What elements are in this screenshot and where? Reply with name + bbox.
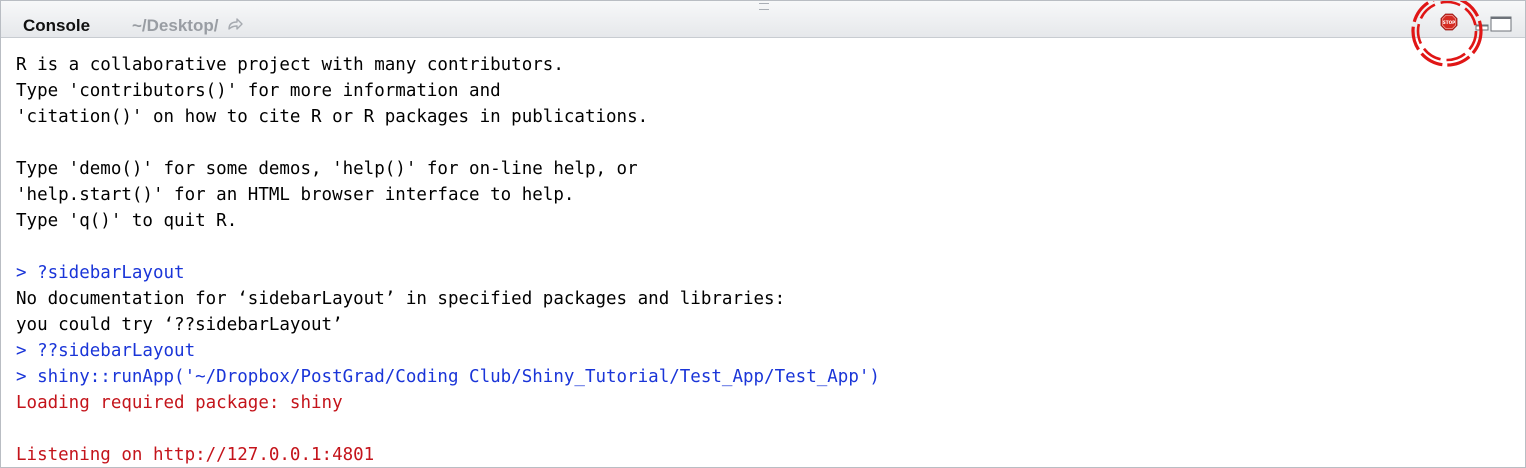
console-line: No documentation for ‘sidebarLayout’ in …	[16, 289, 786, 309]
console-line: you could try ‘??sidebarLayout’	[16, 315, 343, 335]
console-line: > ?sidebarLayout	[16, 263, 185, 283]
console-line: Listening on http://127.0.0.1:4801	[16, 445, 375, 465]
console-line: Type 'contributors()' for more informati…	[16, 81, 501, 101]
console-line: R is a collaborative project with many c…	[16, 55, 564, 75]
console-line: 'citation()' on how to cite R or R packa…	[16, 107, 649, 127]
stop-icon-label: STOP	[1443, 20, 1456, 25]
working-directory-path: ~/Desktop/	[132, 16, 219, 35]
console-tab-title[interactable]: Console	[23, 15, 90, 37]
goto-directory-icon[interactable]	[226, 16, 244, 34]
console-toolbar: Console ~/Desktop/ STOP	[1, 1, 1525, 38]
resize-grip-icon[interactable]	[759, 3, 769, 10]
stop-icon[interactable]: STOP	[1440, 13, 1458, 31]
console-pane: Console ~/Desktop/ STOP R is a collabora…	[0, 0, 1526, 468]
console-output[interactable]: R is a collaborative project with many c…	[16, 52, 1506, 467]
console-line: > ??sidebarLayout	[16, 341, 196, 361]
console-line: Type 'demo()' for some demos, 'help()' f…	[16, 159, 638, 179]
console-line: Type 'q()' to quit R.	[16, 211, 238, 231]
minimize-icon[interactable]	[1475, 18, 1489, 32]
console-line: > shiny::runApp('~/Dropbox/PostGrad/Codi…	[16, 367, 880, 387]
console-line: Loading required package: shiny	[16, 393, 343, 413]
maximize-icon[interactable]	[1490, 16, 1512, 32]
console-line: 'help.start()' for an HTML browser inter…	[16, 185, 575, 205]
